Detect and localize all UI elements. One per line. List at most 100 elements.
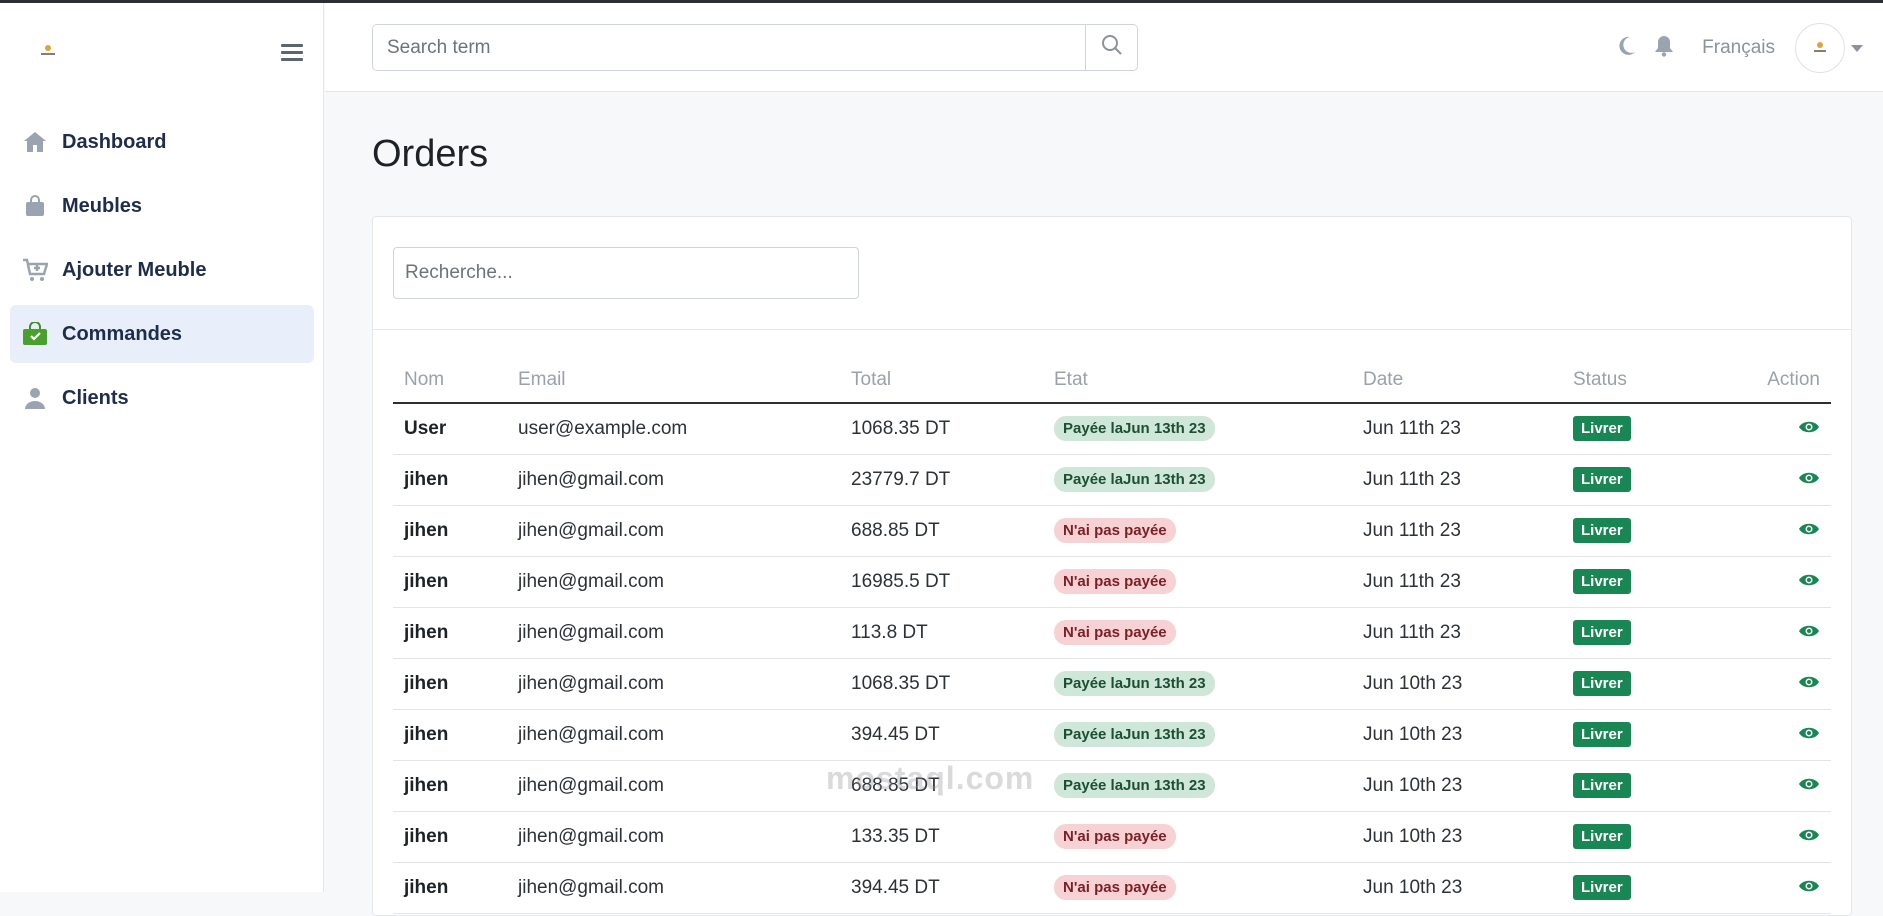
cell-nom: jihen <box>393 454 507 506</box>
eye-icon[interactable] <box>1798 673 1820 695</box>
eye-icon[interactable] <box>1798 469 1820 491</box>
cell-email: jihen@gmail.com <box>507 556 840 608</box>
cell-action <box>1712 454 1831 506</box>
sidebar-item-label: Ajouter Meuble <box>62 258 207 281</box>
cell-action <box>1712 862 1831 914</box>
cell-status: Livrer <box>1562 862 1712 914</box>
cell-status: Livrer <box>1562 811 1712 863</box>
sidebar-item-label: Dashboard <box>62 130 167 153</box>
sidebar-item-ajouter-meuble[interactable]: Ajouter Meuble <box>10 241 314 299</box>
chevron-down-icon[interactable] <box>1851 44 1863 52</box>
sidebar-item-meubles[interactable]: Meubles <box>10 177 314 235</box>
moon-icon[interactable] <box>1616 35 1636 62</box>
cell-total: 1068.35 DT <box>840 658 1043 710</box>
cell-status: Livrer <box>1562 556 1712 608</box>
search-input[interactable] <box>373 25 1085 70</box>
cell-etat: Payée laJun 13th 23 <box>1043 709 1352 761</box>
cell-status: Livrer <box>1562 607 1712 659</box>
cell-date: Jun 10th 23 <box>1352 709 1562 761</box>
table-row: jihen jihen@gmail.com 394.45 DT N'ai pas pa… <box>393 862 1831 914</box>
eye-icon[interactable] <box>1798 826 1820 848</box>
payment-badge: N'ai pas payée <box>1054 620 1176 645</box>
cell-status: Livrer <box>1562 403 1712 455</box>
column-header-total[interactable]: Total <box>840 357 1043 404</box>
cell-nom: jihen <box>393 811 507 863</box>
bag-icon <box>22 193 48 219</box>
page-title: Orders <box>372 133 489 175</box>
eye-icon[interactable] <box>1798 571 1820 593</box>
cell-action <box>1712 811 1831 863</box>
column-header-action: Action <box>1712 357 1831 404</box>
language-selector[interactable]: Français <box>1702 37 1775 59</box>
eye-icon[interactable] <box>1798 418 1820 440</box>
payment-badge: Payée laJun 13th 23 <box>1054 467 1215 492</box>
shopping-bag-check-icon <box>22 321 48 347</box>
cell-nom: jihen <box>393 505 507 557</box>
cell-total: 1068.35 DT <box>840 403 1043 455</box>
cell-action <box>1712 709 1831 761</box>
cell-date: Jun 10th 23 <box>1352 811 1562 863</box>
orders-search-input[interactable] <box>393 247 859 299</box>
column-header-date[interactable]: Date <box>1352 357 1562 404</box>
cell-etat: N'ai pas payée <box>1043 607 1352 659</box>
column-header-etat[interactable]: Etat <box>1043 357 1352 404</box>
status-badge: Livrer <box>1573 467 1631 492</box>
cell-email: jihen@gmail.com <box>507 709 840 761</box>
payment-badge: N'ai pas payée <box>1054 518 1176 543</box>
cell-email: jihen@gmail.com <box>507 760 840 812</box>
status-badge: Livrer <box>1573 875 1631 900</box>
eye-icon[interactable] <box>1798 520 1820 542</box>
cell-total: 23779.7 DT <box>840 454 1043 506</box>
cell-etat: N'ai pas payée <box>1043 862 1352 914</box>
orders-card: Nom Email Total Etat Date Status Action … <box>372 216 1852 916</box>
cell-action <box>1712 505 1831 557</box>
global-search <box>372 24 1138 71</box>
menu-toggle-icon[interactable] <box>281 44 303 62</box>
status-badge: Livrer <box>1573 773 1631 798</box>
cell-nom: jihen <box>393 709 507 761</box>
cell-total: 394.45 DT <box>840 862 1043 914</box>
cell-email: jihen@gmail.com <box>507 658 840 710</box>
table-row: jihen jihen@gmail.com 16985.5 DT N'ai pas p… <box>393 556 1831 608</box>
cell-status: Livrer <box>1562 454 1712 506</box>
table-row: User user@example.com 1068.35 DT Payée laJu… <box>393 403 1831 455</box>
status-badge: Livrer <box>1573 416 1631 442</box>
column-header-status[interactable]: Status <box>1562 357 1712 404</box>
cell-nom: jihen <box>393 760 507 812</box>
cell-nom: jihen <box>393 607 507 659</box>
eye-icon[interactable] <box>1798 877 1820 899</box>
payment-badge: Payée laJun 13th 23 <box>1054 671 1215 696</box>
cell-action <box>1712 403 1831 455</box>
bell-icon[interactable] <box>1654 35 1674 62</box>
table-row: jihen jihen@gmail.com 1068.35 DT Payée laJu… <box>393 658 1831 710</box>
cell-total: 394.45 DT <box>840 709 1043 761</box>
sidebar-item-dashboard[interactable]: Dashboard <box>10 113 314 171</box>
cell-status: Livrer <box>1562 760 1712 812</box>
column-header-email[interactable]: Email <box>507 357 840 404</box>
table-row: jihen jihen@gmail.com 394.45 DT Payée laJun… <box>393 709 1831 761</box>
table-row: jihen jihen@gmail.com 688.85 DT N'ai pas pa… <box>393 505 1831 557</box>
brand-logo[interactable] <box>37 43 59 59</box>
eye-icon[interactable] <box>1798 622 1820 644</box>
table-row: jihen jihen@gmail.com 23779.7 DT Payée laJu… <box>393 454 1831 506</box>
sidebar-nav: Dashboard Meubles Ajouter Meuble Command… <box>10 113 314 433</box>
status-badge: Livrer <box>1573 671 1631 696</box>
sidebar-item-commandes[interactable]: Commandes <box>10 305 314 363</box>
cell-email: jihen@gmail.com <box>507 607 840 659</box>
cell-etat: Payée laJun 13th 23 <box>1043 403 1352 455</box>
cell-etat: N'ai pas payée <box>1043 556 1352 608</box>
sidebar-item-clients[interactable]: Clients <box>10 369 314 427</box>
cell-email: jihen@gmail.com <box>507 811 840 863</box>
cell-date: Jun 11th 23 <box>1352 607 1562 659</box>
avatar[interactable] <box>1795 23 1845 73</box>
payment-badge: N'ai pas payée <box>1054 569 1176 594</box>
cell-total: 133.35 DT <box>840 811 1043 863</box>
cell-total: 688.85 DT <box>840 760 1043 812</box>
cell-date: Jun 10th 23 <box>1352 658 1562 710</box>
eye-icon[interactable] <box>1798 724 1820 746</box>
cell-etat: N'ai pas payée <box>1043 811 1352 863</box>
status-badge: Livrer <box>1573 620 1631 645</box>
search-button[interactable] <box>1085 25 1137 70</box>
column-header-nom[interactable]: Nom <box>393 357 507 404</box>
eye-icon[interactable] <box>1798 775 1820 797</box>
